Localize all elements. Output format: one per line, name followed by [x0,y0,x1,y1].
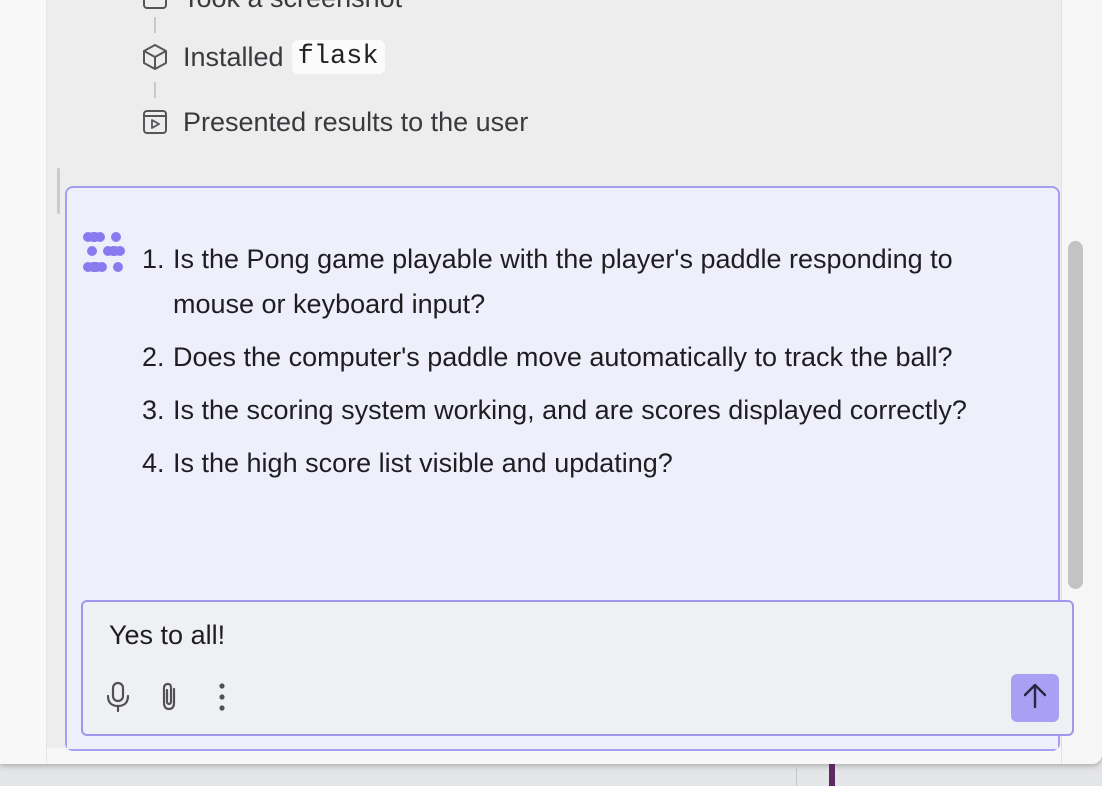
step-connector [154,82,156,98]
activity-step-label: Presented results to the user [183,106,529,137]
activity-step-label: Took a screenshot [183,0,402,14]
message-composer[interactable]: Yes to all! [81,600,1074,736]
list-item: 3. Is the scoring system working, and ar… [142,388,982,433]
list-item: 4. Is the high score list visible and up… [142,441,982,486]
assistant-logo-icon [82,231,126,275]
package-name-code: flask [291,40,385,74]
more-vertical-icon [218,682,226,717]
list-text: Does the computer's paddle move automati… [173,342,953,372]
present-icon [141,108,169,136]
list-text: Is the Pong game playable with the playe… [173,244,953,319]
list-number: 2. [142,342,165,372]
scrollbar-thumb[interactable] [1068,241,1083,589]
question-list: 1. Is the Pong game playable with the pl… [142,237,982,494]
activity-step-label: Installed [183,41,284,72]
more-options-button[interactable] [207,682,237,716]
screenshot-icon [141,0,169,12]
list-item: 1. Is the Pong game playable with the pl… [142,237,982,327]
paperclip-icon [157,681,183,718]
taskbar-indicator [829,764,835,786]
list-item: 2. Does the computer's paddle move autom… [142,335,982,380]
left-gutter [0,0,47,764]
list-number: 1. [142,244,165,274]
step-connector [154,17,156,33]
arrow-up-icon [1022,682,1048,715]
microphone-icon [105,681,131,718]
resize-handle[interactable] [57,168,60,214]
package-icon [141,43,169,71]
list-number: 3. [142,395,165,425]
activity-step-screenshot: Took a screenshot [141,0,402,18]
activity-step-present: Presented results to the user [141,102,528,142]
attach-button[interactable] [155,682,185,716]
list-text: Is the high score list visible and updat… [173,448,673,478]
taskbar-divider [796,764,797,786]
activity-step-install: Installed flask [141,37,385,77]
list-number: 4. [142,448,165,478]
send-button[interactable] [1011,674,1059,722]
message-input[interactable]: Yes to all! [109,620,225,651]
microphone-button[interactable] [103,681,133,718]
list-text: Is the scoring system working, and are s… [173,395,967,425]
